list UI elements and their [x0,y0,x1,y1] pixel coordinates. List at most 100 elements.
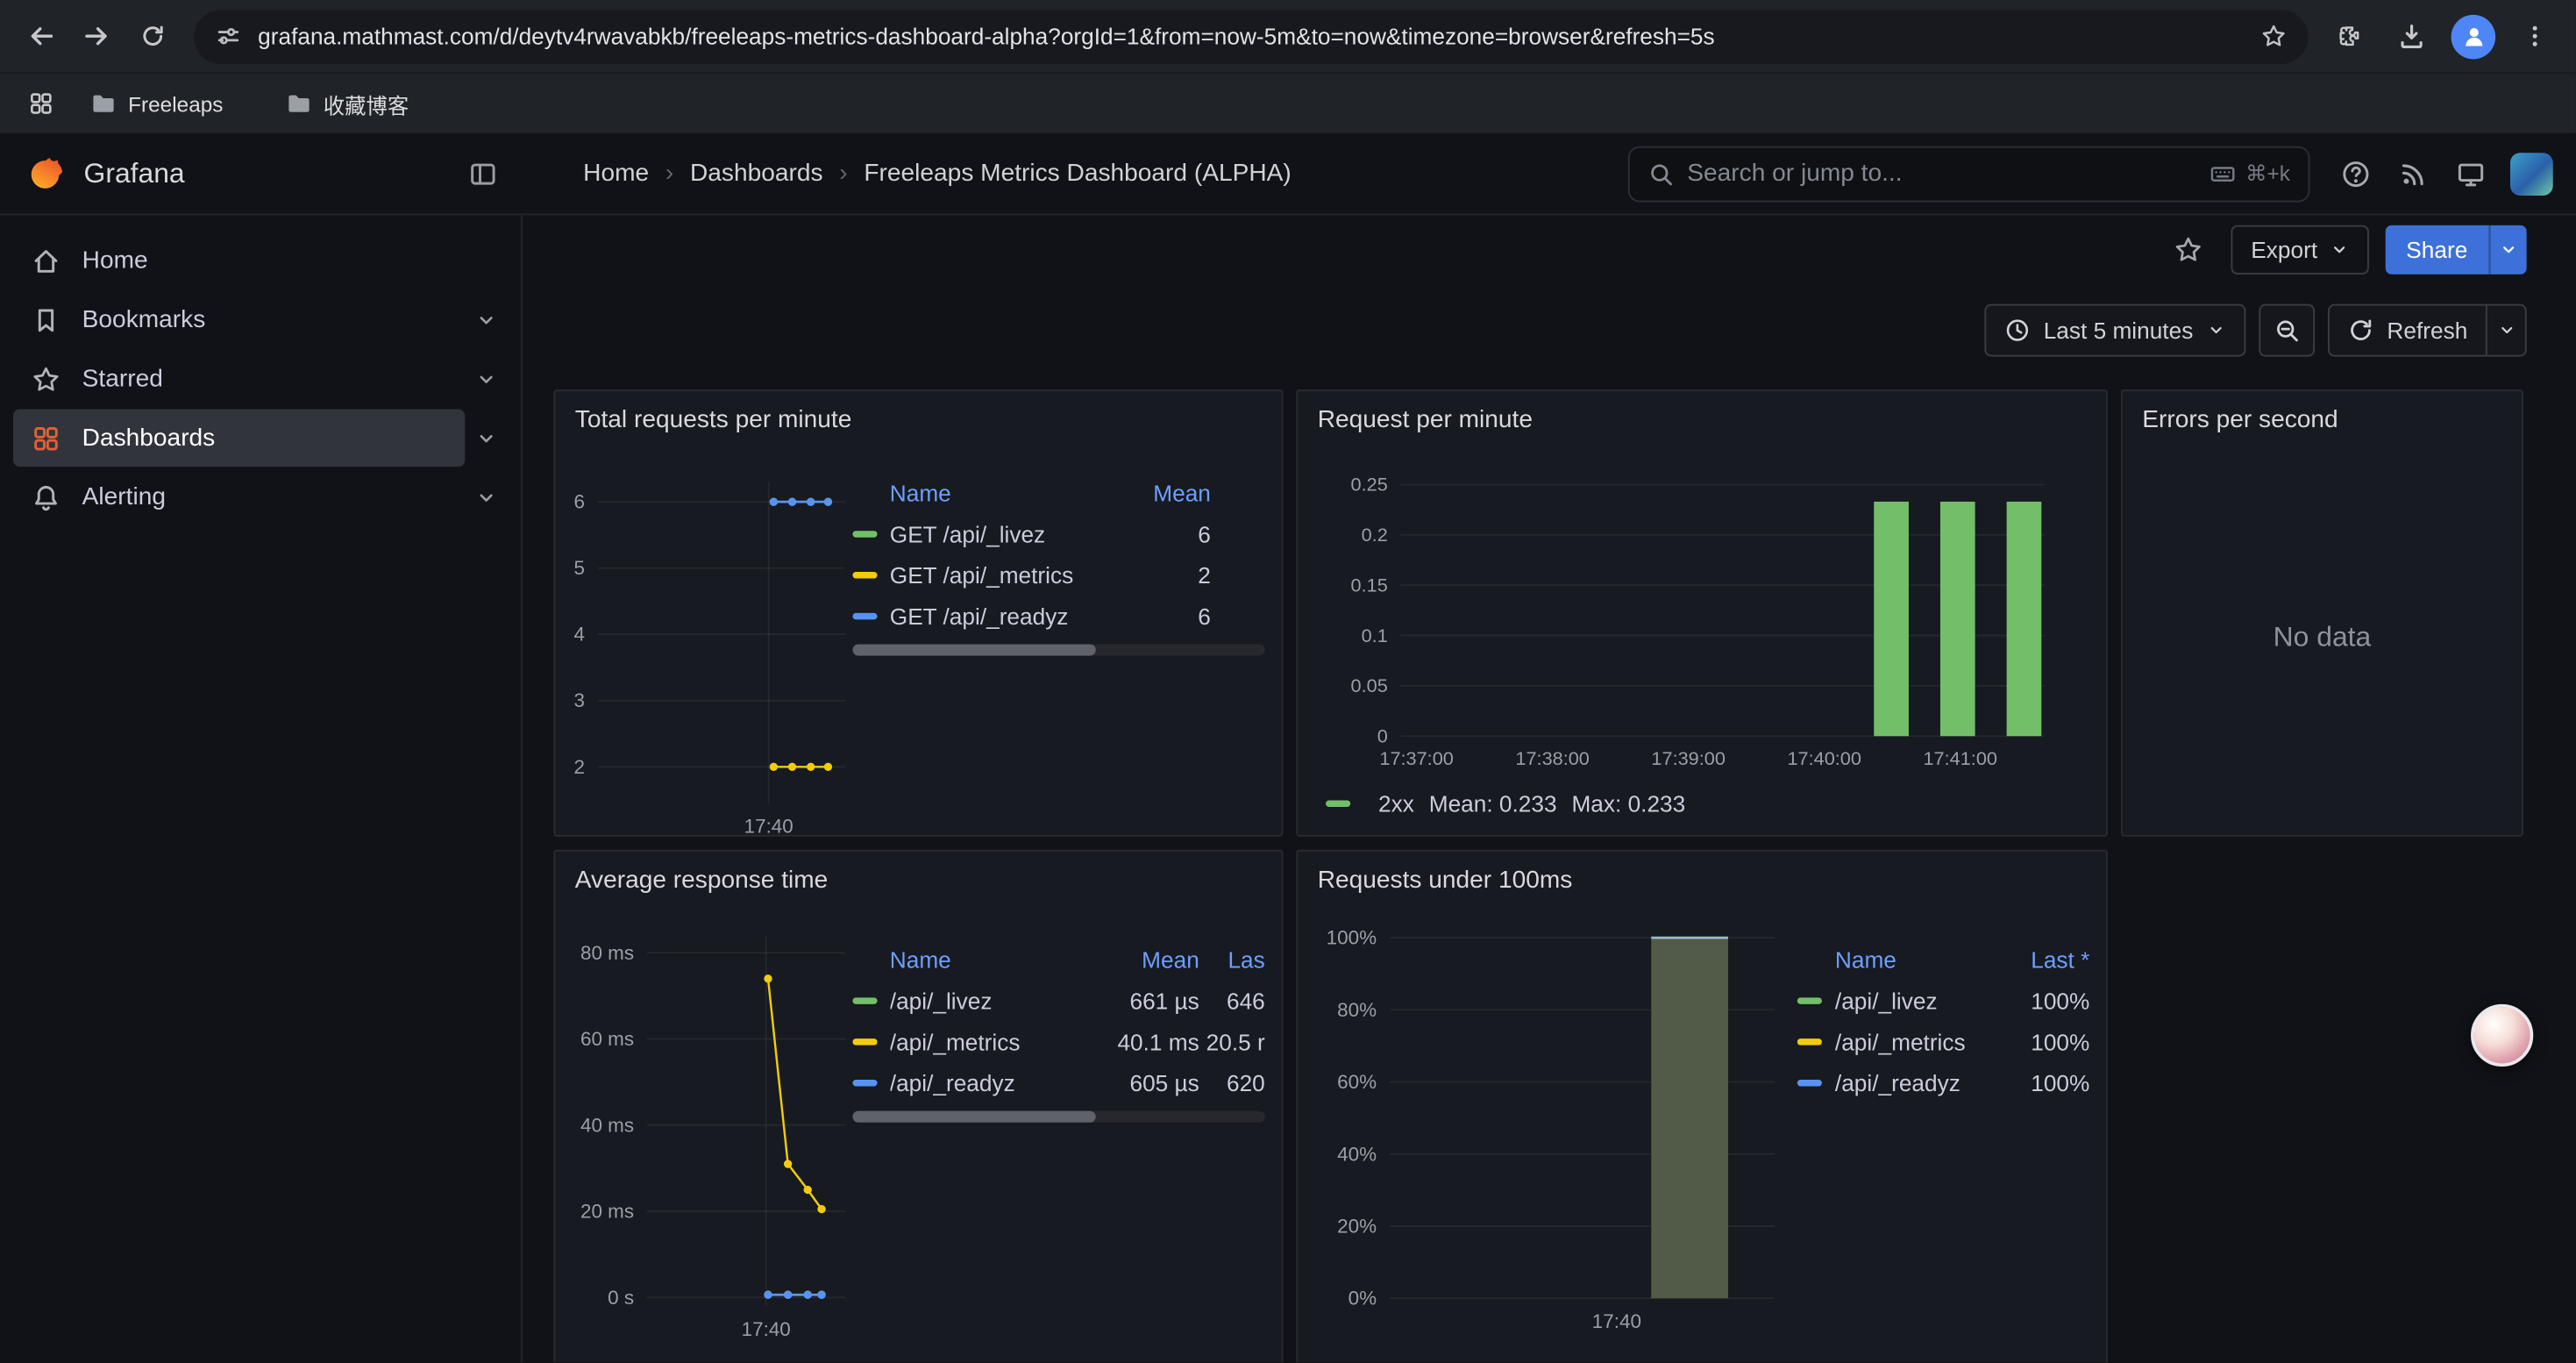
bookmark-label: 收藏博客 [324,88,409,119]
expand-bookmarks-button[interactable] [465,298,508,341]
user-avatar[interactable] [2510,152,2553,195]
news-button[interactable] [2387,147,2439,200]
series-dash-icon [1797,1079,1822,1085]
sidebar-row-starred: Starred [13,350,508,408]
share-menu-button[interactable] [2489,225,2527,275]
browser-profile-button[interactable] [2451,14,2496,59]
share-button[interactable]: Share [2385,225,2489,275]
monitor-icon [2456,159,2486,189]
svg-text:17:40: 17:40 [1592,1310,1641,1332]
breadcrumb-separator: › [839,160,847,188]
floating-assistant-avatar[interactable] [2471,1004,2533,1067]
zoom-out-button[interactable] [2259,304,2315,357]
refresh-button[interactable]: Refresh [2330,306,2486,355]
sidebar-item-dashboards[interactable]: Dashboards [13,410,465,467]
svg-text:80%: 80% [1337,999,1377,1021]
browser-reload-button[interactable] [125,8,181,64]
export-button[interactable]: Export [2231,225,2368,275]
legend-col-last[interactable]: Last * [2010,946,2089,972]
series-name[interactable]: 2xx [1378,791,1414,817]
expand-dashboards-button[interactable] [465,417,508,460]
sidebar-item-label: Starred [82,365,163,393]
series-name: GET /api/_livez [890,520,1115,546]
series-mean: 661 µs [1104,987,1199,1013]
legend-header: Name Mean [852,472,1265,513]
legend-row[interactable]: /api/_metrics 40.1 ms 20.5 r [852,1021,1265,1062]
panel-legend: Name Mean GET /api/_livez 6 GET /api/_me… [852,472,1265,853]
series-dash-icon [852,1038,877,1044]
expand-alerting-button[interactable] [465,475,508,518]
legend-row[interactable]: GET /api/_metrics 2 [852,553,1265,595]
series-max: Max: 0.233 [1571,791,1685,817]
expand-starred-button[interactable] [465,358,508,401]
panel-title[interactable]: Average response time [575,863,1265,899]
browser-forward-button[interactable] [69,8,125,64]
bookmark-folder-freeleaps[interactable]: Freeleaps [75,84,238,124]
kiosk-mode-button[interactable] [2444,147,2497,200]
svg-text:0.25: 0.25 [1351,474,1388,496]
panel-title[interactable]: Total requests per minute [575,403,1265,439]
series-dash-icon [1797,996,1822,1003]
grafana-logo-icon[interactable] [28,154,66,192]
legend-row[interactable]: /api/_readyz 100% [1797,1061,2090,1103]
series-mean: 6 [1115,603,1211,629]
legend-row[interactable]: /api/_metrics 100% [1797,1021,2090,1062]
legend-col-mean[interactable]: Mean [1104,946,1199,972]
legend-col-mean[interactable]: Mean [1115,479,1211,505]
app-body: Home Bookmarks Starred [0,215,2576,1362]
grafana-header: Grafana Home › Dashboards › Freeleaps Me… [0,133,2576,216]
legend-row[interactable]: /api/_livez 100% [1797,980,2090,1021]
kebab-menu-icon [2522,23,2548,49]
bookmarks-bar: Freeleaps 收藏博客 [0,72,2576,132]
star-dashboard-button[interactable] [2162,224,2215,276]
panel-request-per-minute: Request per minute 0.250.20.150.10.05017… [1296,389,2108,837]
breadcrumb-home[interactable]: Home [583,160,649,188]
legend-row[interactable]: /api/_readyz 605 µs 620 [852,1061,1265,1103]
legend-col-name[interactable]: Name [1797,944,2011,974]
panel-row-2: Average response time 80 ms60 ms40 ms20 … [553,850,2526,1363]
sidebar: Home Bookmarks Starred [0,215,523,1362]
svg-text:17:37:00: 17:37:00 [1379,747,1453,769]
chevron-down-icon [2329,240,2348,260]
site-settings-icon[interactable] [215,23,241,49]
legend-row[interactable]: /api/_livez 661 µs 646 [852,980,1265,1021]
browser-menu-button[interactable] [2507,8,2563,64]
sidebar-item-bookmarks[interactable]: Bookmarks [13,291,465,349]
bookmark-folder-blogs[interactable]: 收藏博客 [271,82,423,126]
panel-errors-per-second: Errors per second No data [2121,389,2523,837]
browser-back-button[interactable] [13,8,69,64]
legend-row[interactable]: GET /api/_readyz 6 [852,595,1265,636]
series-name: GET /api/_readyz [890,603,1115,629]
refresh-interval-button[interactable] [2486,306,2525,355]
legend-col-name[interactable]: Name [852,944,1104,974]
url-bar[interactable]: grafana.mathmast.com/d/deytv4rwavabkb/fr… [194,9,2308,63]
time-range-picker[interactable]: Last 5 minutes [1984,304,2245,357]
apps-button[interactable] [17,79,66,128]
panel-title[interactable]: Errors per second [2142,403,2505,439]
legend-col-last[interactable]: Las [1199,946,1265,972]
sidebar-toggle-button[interactable] [459,149,508,198]
scrollbar-thumb[interactable] [852,644,1095,655]
bookmark-star-icon[interactable] [2260,23,2287,49]
series-name: /api/_metrics [1835,1028,2010,1054]
legend-col-name[interactable]: Name [852,477,1116,507]
sidebar-item-starred[interactable]: Starred [13,350,465,408]
help-button[interactable] [2330,147,2382,200]
legend-scrollbar[interactable] [852,644,1265,655]
rss-icon [2399,159,2429,189]
search-input[interactable]: Search or jump to... ⌘+k [1628,146,2310,202]
sidebar-item-alerting[interactable]: Alerting [13,468,465,526]
panel-title[interactable]: Requests under 100ms [1318,863,2090,899]
breadcrumb-dashboards[interactable]: Dashboards [690,160,823,188]
downloads-button[interactable] [2384,8,2440,64]
legend-scrollbar[interactable] [852,1111,1265,1123]
sidebar-item-home[interactable]: Home [13,232,465,289]
extensions-button[interactable] [2322,8,2378,64]
scrollbar-thumb[interactable] [852,1111,1095,1123]
url-text: grafana.mathmast.com/d/deytv4rwavabkb/fr… [258,23,2244,49]
panel-requests-under-100ms: Requests under 100ms 100%80%60%40%20%0%1… [1296,850,2108,1363]
legend-row[interactable]: GET /api/_livez 6 [852,513,1265,554]
folder-icon [286,90,312,117]
requests-under-100ms-chart: 100%80%60%40%20%0%17:40 [1314,914,1790,1345]
panel-title[interactable]: Request per minute [1318,403,2090,439]
